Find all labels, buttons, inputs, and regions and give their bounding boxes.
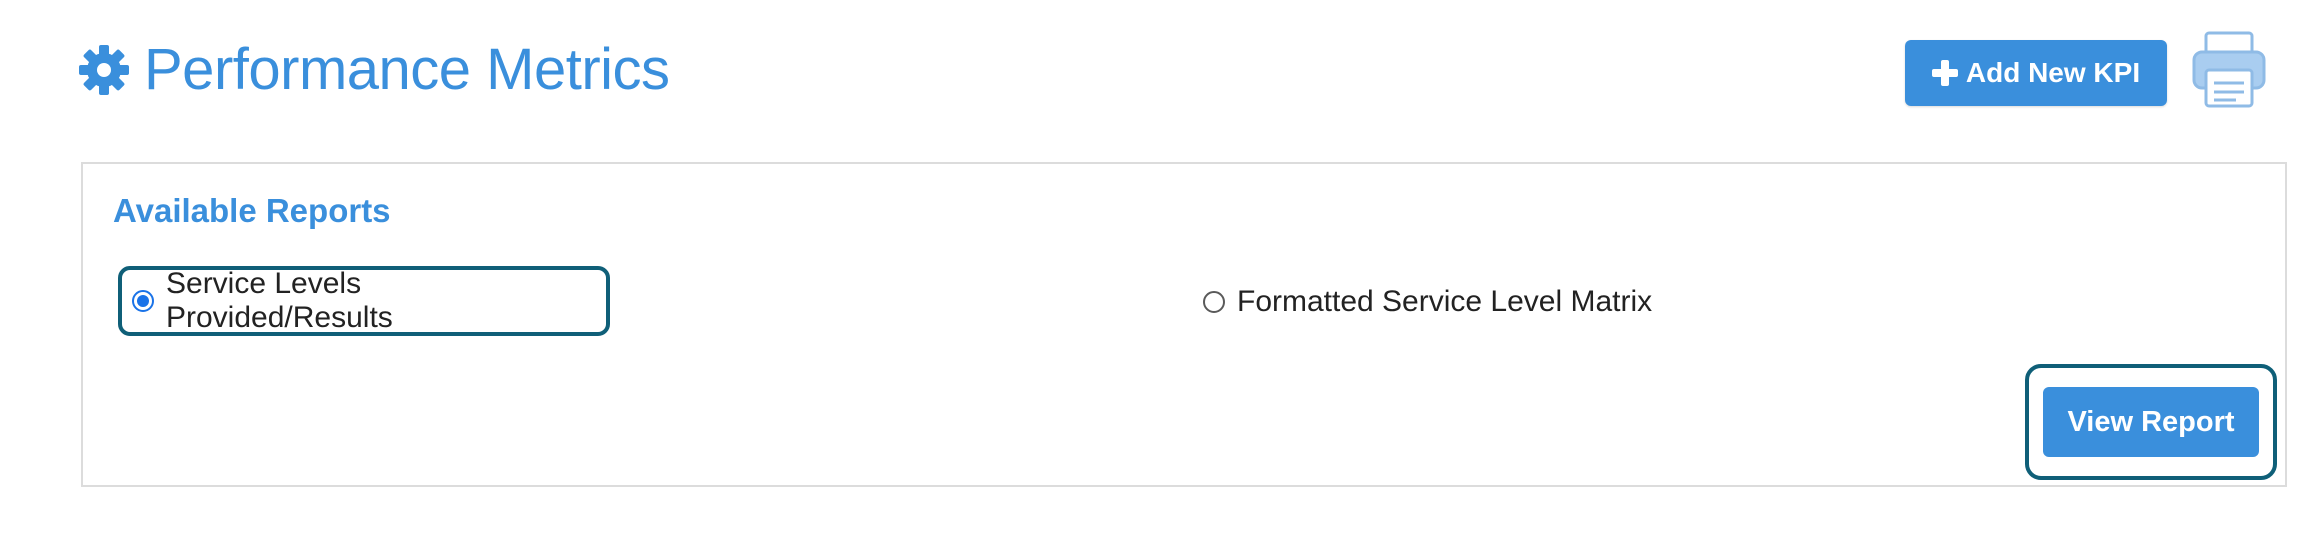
print-button[interactable] [2190, 30, 2268, 110]
view-report-button[interactable]: View Report [2043, 387, 2259, 457]
page-title: Performance Metrics [144, 37, 670, 102]
radio-label: Formatted Service Level Matrix [1237, 285, 1653, 318]
radio-button-checked[interactable] [132, 290, 154, 312]
available-reports-panel: Available Reports Service Levels Provide… [81, 162, 2287, 487]
printer-icon [2192, 31, 2266, 108]
available-reports-heading: Available Reports [113, 192, 391, 229]
page-header: Performance Metrics [78, 34, 670, 106]
page: Performance Metrics Add New KPI Availabl… [0, 0, 2318, 546]
view-report-focus-ring: View Report [2025, 364, 2277, 480]
plus-icon [1931, 60, 1958, 86]
radio-button-unchecked[interactable] [1203, 291, 1225, 313]
radio-formatted-service-level-matrix[interactable]: Formatted Service Level Matrix [1203, 282, 1652, 322]
radio-service-levels-provided-results[interactable]: Service Levels Provided/Results [118, 266, 610, 336]
add-new-kpi-label: Add New KPI [1965, 57, 2141, 88]
add-new-kpi-button[interactable]: Add New KPI [1905, 40, 2167, 106]
gear-icon [79, 45, 129, 95]
radio-label: Service Levels Provided/Results [166, 267, 393, 334]
